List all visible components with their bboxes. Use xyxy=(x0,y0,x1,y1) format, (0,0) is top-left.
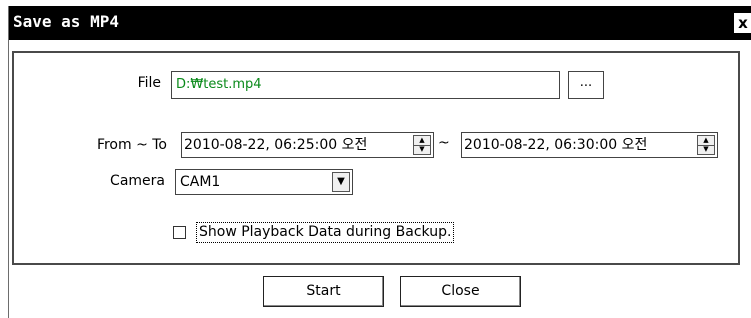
file-label: File xyxy=(137,75,161,91)
to-datetime-picker[interactable]: 2010-08-22, 06:30:00 오전 ▲ ▼ xyxy=(461,132,718,158)
to-datetime-value: 2010-08-22, 06:30:00 오전 xyxy=(464,137,648,153)
from-spinner[interactable]: ▲ ▼ xyxy=(413,135,431,155)
chevron-down-icon[interactable]: ▼ xyxy=(332,172,350,192)
browse-button[interactable]: ... xyxy=(568,71,604,99)
close-icon[interactable]: x xyxy=(734,13,751,33)
show-playback-checkbox[interactable] xyxy=(173,226,186,239)
range-separator: ~ xyxy=(438,135,450,151)
close-button[interactable]: Close xyxy=(400,276,521,307)
file-path-input[interactable]: D:₩test.mp4 xyxy=(171,71,560,99)
from-datetime-value: 2010-08-22, 06:25:00 오전 xyxy=(184,137,368,153)
spin-down-icon[interactable]: ▼ xyxy=(414,145,430,154)
from-datetime-picker[interactable]: 2010-08-22, 06:25:00 오전 ▲ ▼ xyxy=(181,132,434,158)
title-bar: Save as MP4 x xyxy=(9,6,751,40)
window-title: Save as MP4 xyxy=(13,12,119,31)
show-playback-label[interactable]: Show Playback Data during Backup. xyxy=(196,222,455,243)
camera-label: Camera xyxy=(110,173,165,189)
spin-down-icon[interactable]: ▼ xyxy=(698,145,714,154)
range-label: From ~ To xyxy=(96,137,167,153)
start-button[interactable]: Start xyxy=(263,276,384,307)
to-spinner[interactable]: ▲ ▼ xyxy=(697,135,715,155)
camera-selected-value: CAM1 xyxy=(180,174,221,190)
camera-select[interactable]: CAM1 ▼ xyxy=(175,169,353,195)
